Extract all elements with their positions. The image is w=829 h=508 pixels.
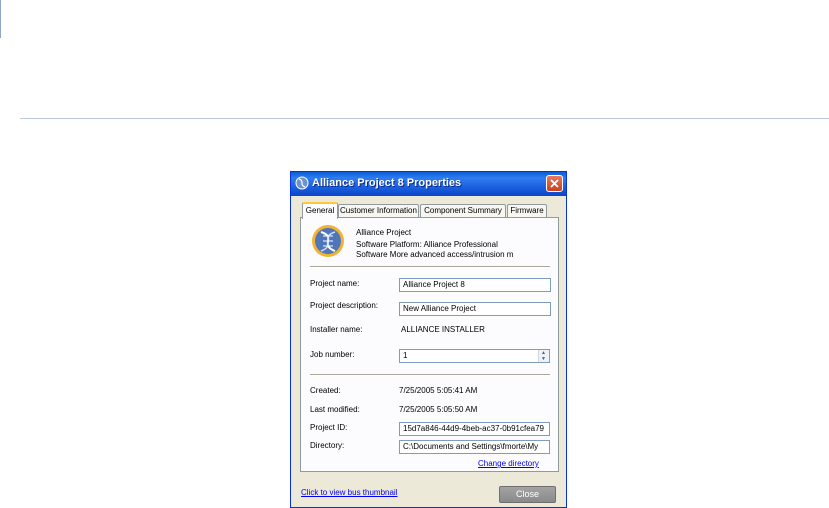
page-margin-marker — [0, 0, 1, 38]
alliance-dna-logo-icon — [312, 225, 344, 257]
spin-down-icon[interactable]: ▼ — [541, 356, 546, 362]
page-divider — [20, 118, 829, 119]
created-label: Created: — [310, 386, 341, 395]
created-value: 7/25/2005 5:05:41 AM — [399, 386, 478, 395]
installer-name-label: Installer name: — [310, 325, 363, 334]
bus-thumbnail-link[interactable]: Click to view bus thumbnail — [301, 488, 397, 497]
project-description-label: Project description: — [310, 301, 379, 310]
software-platform: Software Platform: Alliance Professional — [356, 240, 498, 249]
job-number-value: 1 — [403, 351, 408, 360]
job-number-label: Job number: — [310, 350, 355, 359]
close-icon — [550, 179, 559, 188]
tab-component-summary[interactable]: Component Summary — [420, 204, 506, 218]
product-name: Alliance Project — [356, 228, 412, 237]
general-tab-panel: Alliance Project Software Platform: Alli… — [300, 217, 559, 472]
job-number-stepper[interactable]: 1 ▲ ▼ — [399, 349, 550, 363]
directory-label: Directory: — [310, 441, 345, 450]
directory-field[interactable]: C:\Documents and Settings\fmorte\My — [399, 440, 550, 454]
job-number-spinner[interactable]: ▲ ▼ — [538, 350, 549, 362]
project-id-field[interactable]: 15d7a846-44d9-4beb-ac37-0b91cfea79 — [399, 422, 550, 436]
tab-firmware[interactable]: Firmware — [507, 204, 547, 218]
project-name-label: Project name: — [310, 279, 360, 288]
project-name-field[interactable]: Alliance Project 8 — [399, 278, 551, 292]
project-id-label: Project ID: — [310, 423, 348, 432]
dialog-title: Alliance Project 8 Properties — [312, 177, 462, 189]
change-directory-link[interactable]: Change directory — [478, 459, 539, 468]
last-modified-value: 7/25/2005 5:05:50 AM — [399, 405, 478, 414]
last-modified-label: Last modified: — [310, 405, 360, 414]
dialog-titlebar[interactable]: Alliance Project 8 Properties — [291, 172, 566, 196]
close-button[interactable]: Close — [499, 486, 556, 503]
properties-dialog: Alliance Project 8 Properties General Cu… — [290, 171, 567, 508]
tab-customer-information[interactable]: Customer Information — [338, 204, 419, 218]
window-close-button[interactable] — [546, 175, 563, 192]
project-description-field[interactable]: New Alliance Project — [399, 302, 551, 316]
project-dna-icon — [295, 176, 309, 190]
tab-general[interactable]: General — [302, 202, 338, 219]
software-description: Software More advanced access/intrusion … — [356, 250, 514, 259]
installer-name-value: ALLIANCE INSTALLER — [401, 325, 485, 334]
